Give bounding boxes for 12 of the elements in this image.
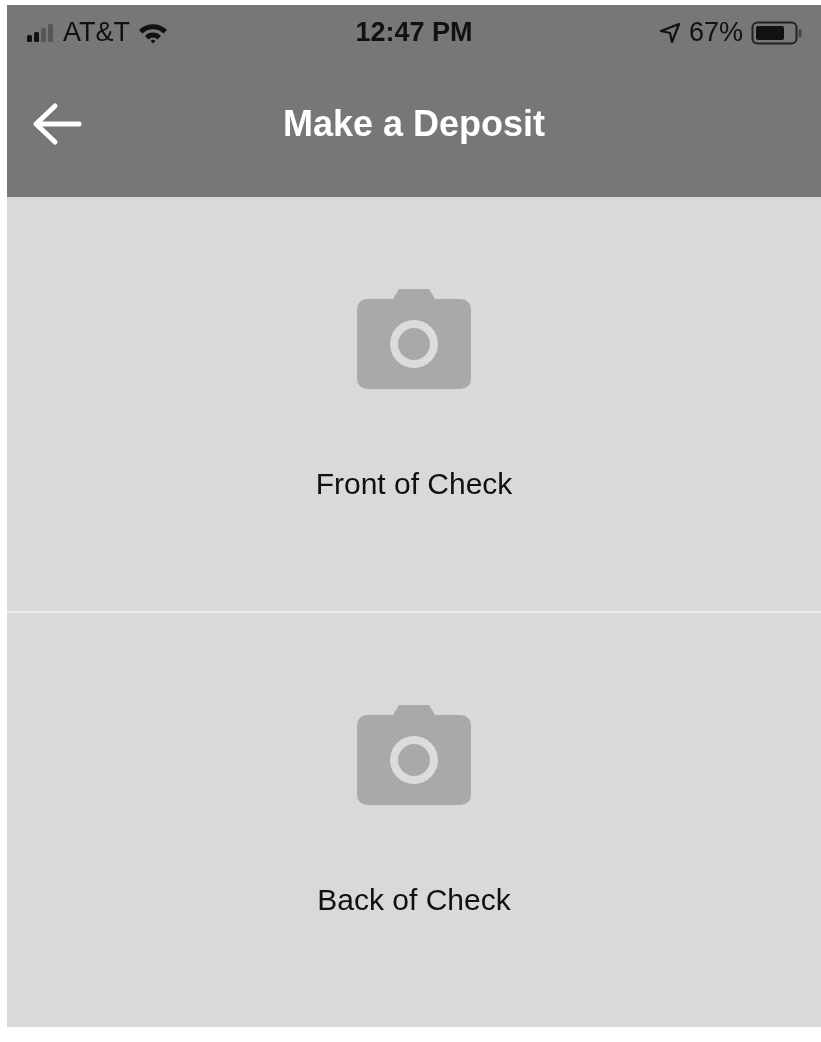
- camera-icon: [357, 703, 471, 805]
- carrier-name: AT&T: [63, 17, 130, 48]
- status-time: 12:47 PM: [355, 17, 473, 48]
- battery-percentage: 67%: [688, 17, 743, 48]
- signal-icon: [27, 22, 55, 43]
- screen-title: Make a Deposit: [282, 102, 546, 145]
- camera-icon: [357, 287, 471, 389]
- wifi-icon: [138, 21, 168, 44]
- back-button[interactable]: [31, 101, 83, 146]
- back-arrow-icon: [31, 101, 83, 146]
- location-arrow-icon: [658, 21, 681, 44]
- battery-icon: [751, 20, 803, 45]
